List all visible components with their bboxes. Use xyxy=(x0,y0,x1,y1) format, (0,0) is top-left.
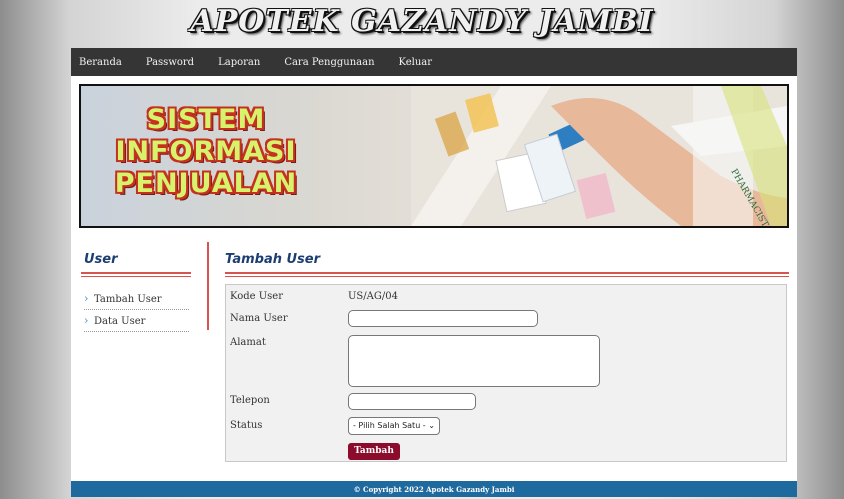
nav-beranda[interactable]: Beranda xyxy=(79,57,122,68)
footer: © Copyright 2022 Apotek Gazandy Jambi xyxy=(71,481,797,497)
sidebar-list: Tambah User Data User xyxy=(81,288,191,332)
nama-user-label: Nama User xyxy=(230,313,288,324)
kode-user-label: Kode User xyxy=(230,291,283,302)
banner-line-3: PENJUALAN xyxy=(114,168,298,199)
status-select[interactable]: - Pilih Salah Satu - ⌄ xyxy=(348,417,440,435)
user-form: Kode User US/AG/04 Nama User Alamat Tele… xyxy=(225,284,787,462)
tambah-button[interactable]: Tambah xyxy=(348,443,400,460)
banner-line-1: SISTEM xyxy=(146,104,266,135)
sidebar-title: User xyxy=(81,248,191,277)
banner-line-2: INFORMASI xyxy=(115,136,297,167)
nav-laporan[interactable]: Laporan xyxy=(218,57,260,68)
vertical-divider xyxy=(207,242,209,330)
sidebar-item-data-user[interactable]: Data User xyxy=(84,310,189,332)
main-panel: Tambah User Kode User US/AG/04 Nama User… xyxy=(225,248,789,462)
alamat-textarea[interactable] xyxy=(348,335,600,387)
sidebar: User Tambah User Data User xyxy=(81,248,191,332)
sidebar-item-tambah-user[interactable]: Tambah User xyxy=(84,288,189,310)
nav-password[interactable]: Password xyxy=(146,57,194,68)
page-title: Tambah User xyxy=(225,248,789,277)
banner-heading: SISTEM INFORMASI PENJUALAN xyxy=(81,104,331,200)
site-title: APOTEK GAZANDY JAMBI xyxy=(190,4,654,39)
alamat-label: Alamat xyxy=(230,337,266,348)
banner: PHARMACIST SISTEM INFORMASI PENJUALAN xyxy=(79,84,789,228)
nav-keluar[interactable]: Keluar xyxy=(399,57,433,68)
nama-user-input[interactable] xyxy=(348,310,538,327)
status-selected-value: - Pilih Salah Satu - xyxy=(353,421,426,430)
telepon-label: Telepon xyxy=(230,395,270,406)
top-navbar: Beranda Password Laporan Cara Penggunaan… xyxy=(71,48,797,76)
status-label: Status xyxy=(230,420,263,431)
chevron-down-icon: ⌄ xyxy=(428,421,435,430)
page-content: PHARMACIST SISTEM INFORMASI PENJUALAN Us… xyxy=(71,76,797,497)
nav-cara-penggunaan[interactable]: Cara Penggunaan xyxy=(284,57,374,68)
kode-user-value: US/AG/04 xyxy=(348,291,398,302)
telepon-input[interactable] xyxy=(348,393,476,410)
